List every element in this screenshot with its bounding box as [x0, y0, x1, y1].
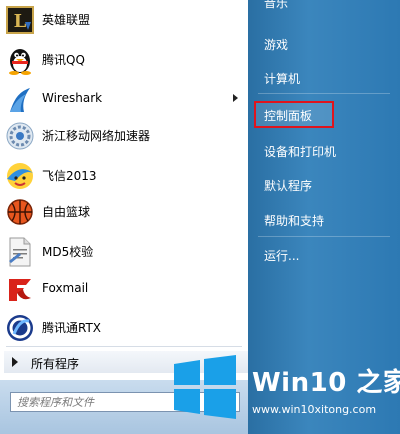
divider [258, 236, 390, 237]
program-label: Foxmail [42, 281, 89, 295]
submenu-arrow-icon [233, 94, 238, 102]
program-label: Wireshark [42, 91, 103, 105]
right-item-devices-printers[interactable]: 设备和打印机 [264, 143, 336, 160]
program-item-league-of-legends[interactable]: L 英雄联盟 [0, 2, 248, 38]
program-item-rtx[interactable]: 腾讯通RTX [0, 310, 248, 346]
right-item-help-support[interactable]: 帮助和支持 [264, 212, 324, 229]
program-label: 自由篮球 [42, 205, 91, 219]
rtx-icon [5, 313, 35, 343]
program-item-freestyle-basketball[interactable]: 自由篮球 [0, 194, 248, 230]
league-of-legends-icon: L [5, 5, 35, 35]
basketball-icon [5, 197, 35, 227]
program-item-foxmail[interactable]: Foxmail [0, 272, 248, 308]
program-label: 飞信2013 [42, 169, 97, 183]
windows-logo-icon [174, 355, 236, 419]
network-accelerator-icon [5, 121, 35, 151]
right-item-computer[interactable]: 计算机 [264, 70, 300, 87]
program-label: 腾讯通RTX [42, 321, 102, 335]
expand-arrow-icon [12, 357, 18, 367]
right-item-run[interactable]: 运行... [264, 247, 299, 264]
watermark-url: www.win10xitong.com [252, 403, 377, 416]
program-label: 英雄联盟 [42, 13, 91, 27]
fetion-icon [5, 161, 35, 191]
program-label: MD5校验 [42, 245, 94, 259]
program-item-wireshark[interactable]: Wireshark [0, 82, 248, 118]
program-item-md5[interactable]: MD5校验 [0, 234, 248, 270]
start-menu: L 英雄联盟 腾讯QQ Wireshark 浙江移动网络加速器 飞信2013 自… [0, 0, 400, 434]
program-item-network-accelerator[interactable]: 浙江移动网络加速器 [0, 118, 248, 154]
program-item-fetion[interactable]: 飞信2013 [0, 158, 248, 194]
wireshark-fin-icon [5, 85, 35, 115]
foxmail-icon [5, 275, 35, 305]
all-programs-label: 所有程序 [31, 357, 80, 371]
qq-penguin-icon [5, 45, 35, 75]
program-item-qq[interactable]: 腾讯QQ [0, 42, 248, 78]
right-item-default-programs[interactable]: 默认程序 [264, 177, 312, 194]
right-item-music[interactable]: 音乐 [264, 0, 288, 11]
divider [258, 93, 390, 94]
watermark-title: Win10 之家 [252, 368, 400, 398]
program-label: 腾讯QQ [42, 53, 85, 67]
right-item-games[interactable]: 游戏 [264, 36, 288, 53]
svg-text:L: L [14, 11, 27, 32]
md5-document-icon [5, 237, 35, 267]
win10-watermark: Win10 之家 www.win10xitong.com [160, 344, 400, 434]
right-item-control-panel[interactable]: 控制面板 [264, 107, 312, 124]
program-label: 浙江移动网络加速器 [42, 129, 151, 143]
